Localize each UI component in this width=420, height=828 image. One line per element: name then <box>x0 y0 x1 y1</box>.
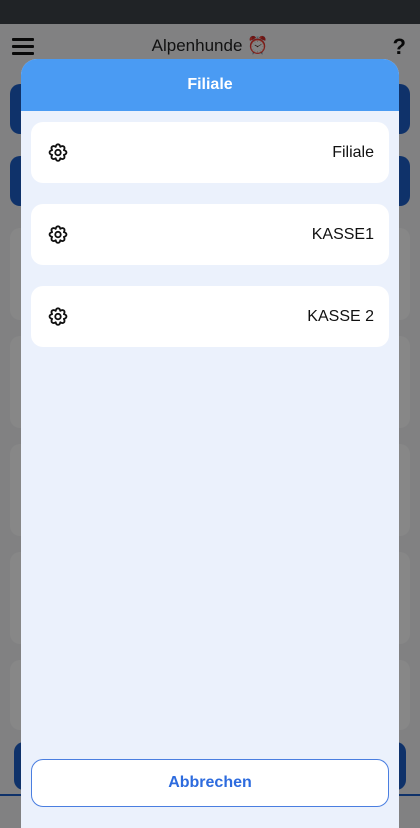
list-item-label: KASSE1 <box>311 225 374 243</box>
dialog-header: Filiale <box>21 59 399 111</box>
list-item-label: Filiale <box>332 143 374 161</box>
list-item-kasse2[interactable]: KASSE 2 <box>31 286 389 347</box>
cancel-button[interactable]: Abbrechen <box>31 759 389 807</box>
filiale-list: Filiale KASSE1 KASSE 2 <box>21 111 399 347</box>
list-item-kasse1[interactable]: KASSE1 <box>31 204 389 265</box>
gear-icon <box>47 224 69 246</box>
list-item-filiale[interactable]: Filiale <box>31 122 389 183</box>
list-item-label: KASSE 2 <box>307 307 374 325</box>
dialog-title: Filiale <box>187 76 233 93</box>
filiale-dialog: Filiale Filiale KASSE1 KASSE 2 Abbrechen <box>21 59 399 828</box>
gear-icon <box>47 306 69 328</box>
gear-icon <box>47 142 69 164</box>
